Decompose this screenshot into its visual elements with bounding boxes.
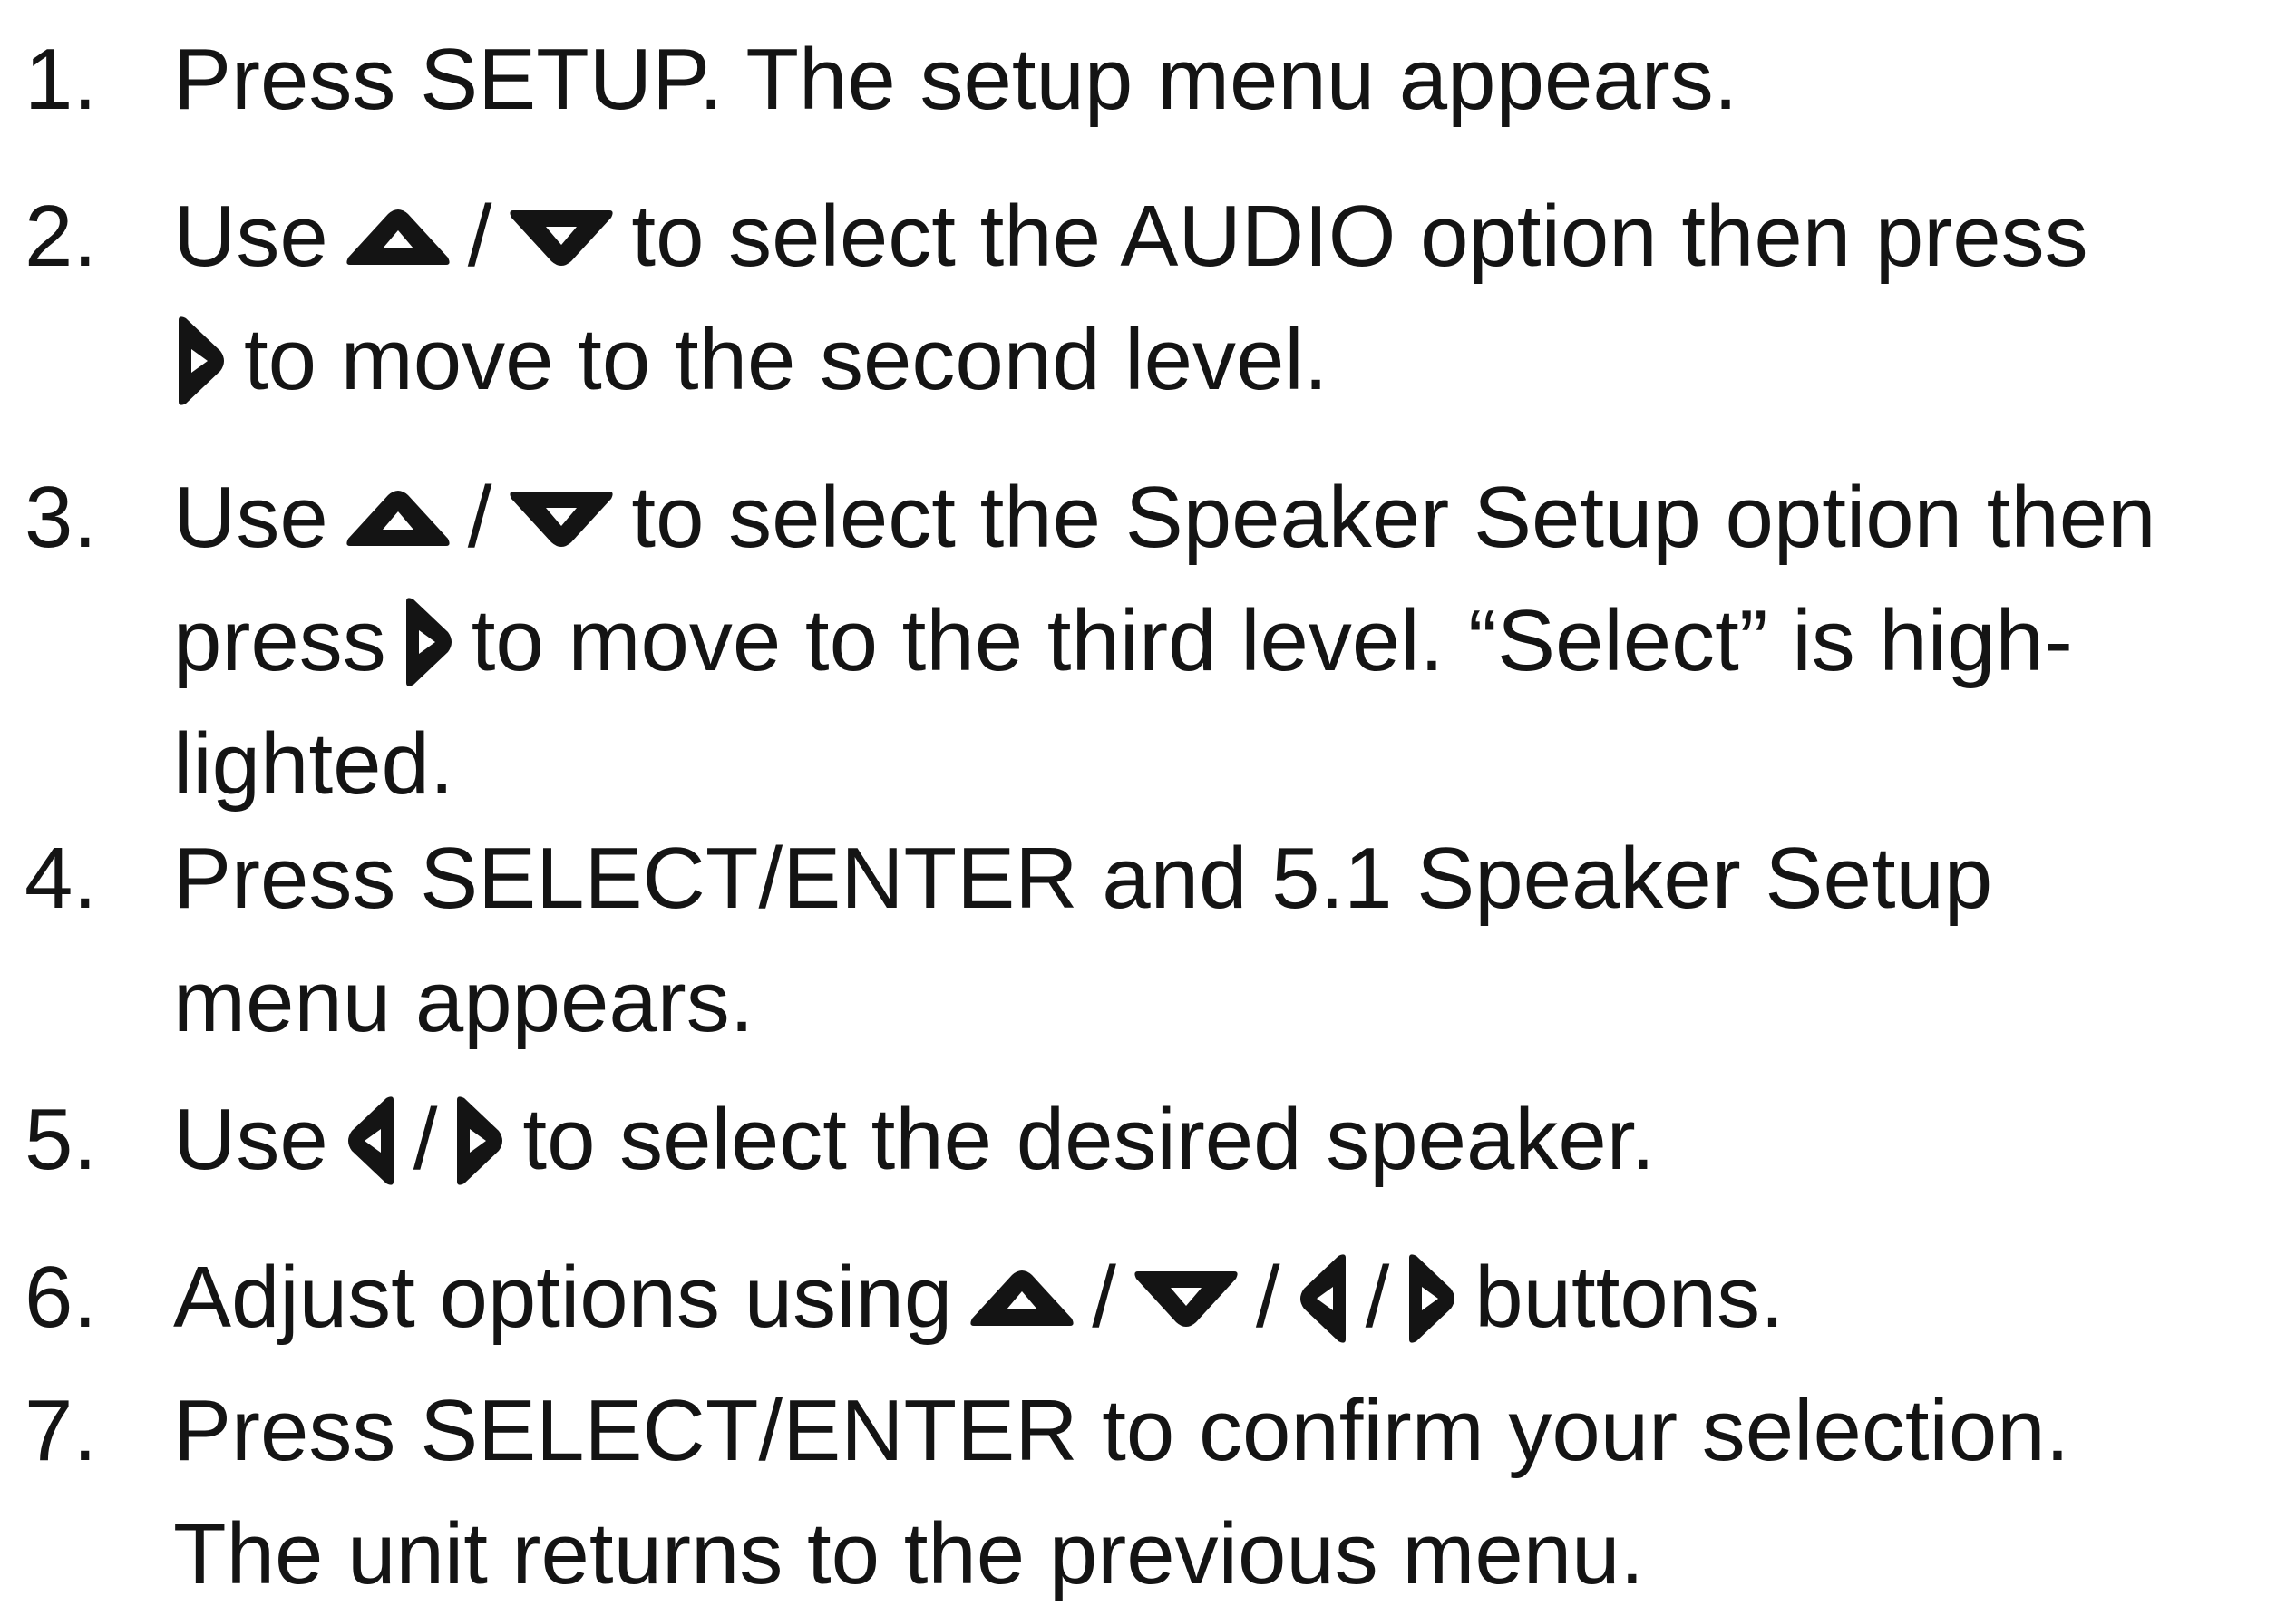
step-number: 6.: [24, 1249, 98, 1346]
step-number: 7.: [24, 1382, 98, 1479]
step-text-run: Press SELECT/ENTER and 5.1 Speaker Setup: [173, 830, 1993, 927]
right-arrow-icon: [1404, 1251, 1460, 1347]
step-line: press to move to the third level. “Select…: [173, 579, 2286, 703]
up-arrow-icon: [967, 1266, 1077, 1331]
step-text-run: menu appears.: [173, 953, 754, 1050]
step-number: 5.: [24, 1091, 98, 1188]
step-text-run: to select the desired speaker.: [522, 1091, 1656, 1188]
left-arrow-icon: [343, 1093, 399, 1189]
right-arrow-icon: [401, 594, 457, 690]
up-arrow-icon: [343, 486, 453, 551]
step-text: Use / to select the AUDIO option then pres…: [173, 175, 2286, 422]
step-line: Use / to select the AUDIO option then pres…: [173, 175, 2286, 298]
step-line: Press SETUP. The setup menu appears.: [173, 18, 2286, 141]
step-text-run: /: [1255, 1249, 1280, 1346]
step-number: 3.: [24, 469, 98, 566]
step-text-run: /: [413, 1091, 438, 1188]
step-text-run: to select the AUDIO option then press: [631, 188, 2088, 285]
right-arrow-icon: [173, 313, 229, 409]
step-text-run: The unit returns to the previous menu.: [173, 1505, 1645, 1602]
instruction-page: 1. Press SETUP. The setup menu appears. …: [0, 0, 2296, 1602]
step-text-run: lighted.: [173, 716, 454, 813]
step-text-run: Press SETUP. The setup menu appears.: [173, 31, 1738, 128]
down-arrow-icon: [506, 486, 617, 551]
step-line: to move to the second level.: [173, 298, 2286, 422]
step-text-run: Adjust options using: [173, 1249, 953, 1346]
step-number: 1.: [24, 31, 98, 128]
step-text: Press SELECT/ENTER and 5.1 Speaker Setup…: [173, 817, 2286, 1064]
step-line: Use / to select the desired speaker.: [173, 1078, 2286, 1202]
step-line: Press SELECT/ENTER and 5.1 Speaker Setup: [173, 817, 2286, 940]
step-number: 4.: [24, 830, 98, 927]
step-text-run: Use: [173, 469, 328, 566]
step-line: Press SELECT/ENTER to confirm your selec…: [173, 1369, 2286, 1493]
step-line: Adjust options using / / / buttons.: [173, 1236, 2286, 1359]
step-text-run: Use: [173, 1091, 328, 1188]
step-line: lighted.: [173, 703, 2286, 826]
down-arrow-icon: [1131, 1266, 1241, 1331]
left-arrow-icon: [1295, 1251, 1351, 1347]
step-text: Use / to select the desired speaker.: [173, 1078, 2286, 1202]
step-text-run: /: [1365, 1249, 1390, 1346]
step-text: Press SETUP. The setup menu appears.: [173, 18, 2286, 141]
step-line: The unit returns to the previous menu.: [173, 1493, 2286, 1616]
step-text-run: buttons.: [1474, 1249, 1785, 1346]
step-text-run: to move to the second level.: [244, 311, 1328, 408]
step-text-run: Press SELECT/ENTER to confirm your selec…: [173, 1382, 2070, 1479]
down-arrow-icon: [506, 205, 617, 270]
step-text-run: Use: [173, 188, 328, 285]
step-text-run: /: [467, 188, 492, 285]
step-text-run: to move to the third level. “Select” is …: [471, 592, 2073, 689]
step-text: Adjust options using / / / buttons.: [173, 1236, 2286, 1359]
step-text: Press SELECT/ENTER to confirm your selec…: [173, 1369, 2286, 1616]
step-line: Use / to select the Speaker Setup option t…: [173, 456, 2286, 579]
right-arrow-icon: [452, 1093, 508, 1189]
step-text-run: /: [467, 469, 492, 566]
step-text-run: press: [173, 592, 386, 689]
step-line: menu appears.: [173, 940, 2286, 1064]
step-text-run: /: [1092, 1249, 1116, 1346]
step-text: Use / to select the Speaker Setup option t…: [173, 456, 2286, 826]
step-number: 2.: [24, 188, 98, 285]
step-text-run: to select the Speaker Setup option then: [631, 469, 2156, 566]
up-arrow-icon: [343, 205, 453, 270]
